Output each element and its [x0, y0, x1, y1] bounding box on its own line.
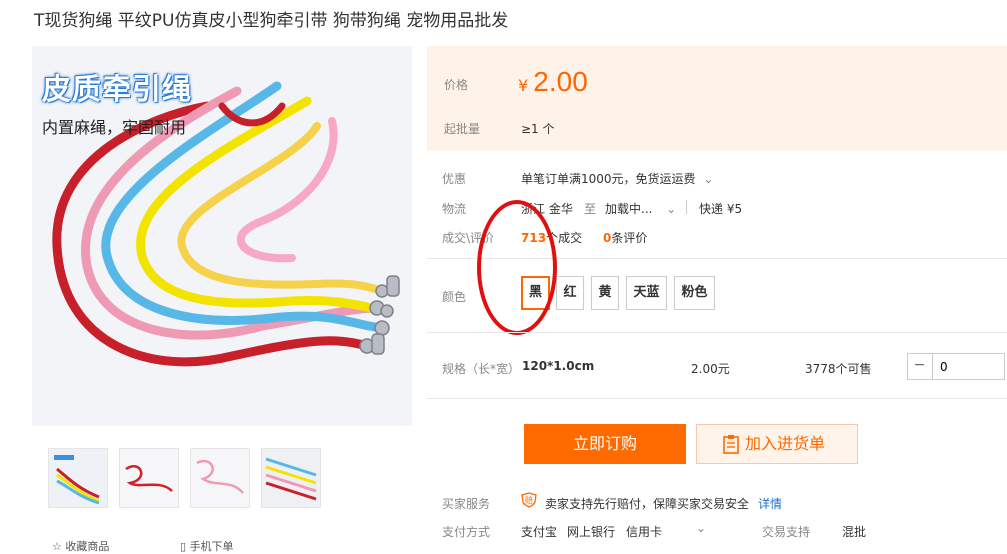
star-icon: ☆	[52, 540, 66, 553]
annotation-circle	[477, 200, 557, 335]
quantity-input[interactable]	[934, 354, 1000, 379]
price-label: 价格	[444, 78, 469, 92]
image-promo-subtitle: 内置麻绳，牢固耐用	[42, 118, 187, 137]
color-option-yellow[interactable]: 黄	[591, 276, 619, 310]
payment-method-online-bank: 网上银行	[567, 525, 616, 539]
promo-label: 优惠	[442, 172, 467, 186]
promo-text: 单笔订单满1000元，免货运运费	[521, 172, 696, 186]
price-panel	[427, 46, 1007, 151]
buyer-service-label: 买家服务	[442, 497, 491, 511]
color-option-pink[interactable]: 粉色	[674, 276, 715, 310]
spec-stock: 3778个可售	[805, 362, 872, 376]
payment-label: 支付方式	[442, 525, 491, 539]
color-label: 颜色	[442, 290, 467, 304]
clipboard-icon	[723, 435, 739, 454]
favorite-product-link[interactable]: ☆ 收藏商品	[52, 538, 109, 554]
thumbnail-image	[120, 449, 178, 507]
chevron-down-icon[interactable]: ⌄	[696, 521, 706, 535]
price-value: ¥ 2.00	[518, 66, 588, 98]
add-to-purchase-list-label: 加入进货单	[745, 434, 826, 453]
spec-value: 120*1.0cm	[522, 359, 595, 373]
color-option-sky-blue[interactable]: 天蓝	[626, 276, 667, 310]
thumbnail-image	[49, 449, 107, 507]
chevron-down-icon: ⌄	[666, 202, 677, 216]
thumbnail-image	[191, 449, 249, 507]
thumbnail-1[interactable]	[48, 448, 108, 508]
thumbnail-3[interactable]	[190, 448, 250, 508]
thumbnail-2[interactable]	[119, 448, 179, 508]
spec-price: 2.00元	[691, 362, 730, 376]
logistics-label: 物流	[442, 202, 467, 216]
chevron-down-icon: ⌄	[703, 172, 714, 186]
mobile-order-link[interactable]: ▯ 手机下单	[180, 538, 234, 554]
phone-icon: ▯	[180, 540, 190, 553]
image-promo-title: 皮质牵引绳	[42, 72, 193, 106]
spec-label: 规格（长*宽）	[442, 362, 521, 376]
express-fee: 快递 ¥5	[699, 202, 743, 216]
thumbnail-image	[262, 449, 320, 507]
buyer-service-text: 卖家支持先行赔付，保障买家交易安全	[545, 497, 750, 511]
trade-support-label: 交易支持	[762, 525, 811, 539]
divider	[686, 200, 687, 214]
product-title: T现货狗绳 平纹PU仿真皮小型狗牵引带 狗带狗绳 宠物用品批发	[34, 11, 509, 31]
color-option-red[interactable]: 红	[556, 276, 584, 310]
guarantee-badge-icon: 赔	[521, 492, 537, 508]
payment-method-credit-card: 信用卡	[626, 525, 663, 539]
payment-method-alipay: 支付宝	[521, 525, 558, 539]
trade-support-value: 混批	[842, 525, 867, 539]
add-to-purchase-list-button[interactable]: 加入进货单	[696, 424, 858, 464]
moq-value: ≥1 个	[521, 122, 555, 136]
currency-symbol: ¥	[518, 76, 529, 95]
promo-dropdown[interactable]: 单笔订单满1000元，免货运运费 ⌄	[521, 170, 713, 187]
quantity-minus-button[interactable]: −	[907, 353, 933, 380]
service-details-link[interactable]: 详情	[758, 495, 782, 512]
buy-now-button[interactable]: 立即订购	[524, 424, 686, 464]
price-number: 2.00	[533, 66, 588, 97]
moq-label: 起批量	[444, 122, 481, 136]
section-divider	[427, 332, 1007, 333]
reviews-count-link[interactable]: 0条评价	[603, 229, 647, 246]
logistics-to-label: 至	[584, 202, 597, 216]
thumbnail-4[interactable]	[261, 448, 321, 508]
section-divider	[427, 398, 1007, 399]
logistics-destination-select[interactable]: 加载中... ⌄	[605, 200, 676, 217]
svg-text:赔: 赔	[525, 495, 533, 505]
logistics-to-value: 加载中...	[605, 202, 653, 216]
